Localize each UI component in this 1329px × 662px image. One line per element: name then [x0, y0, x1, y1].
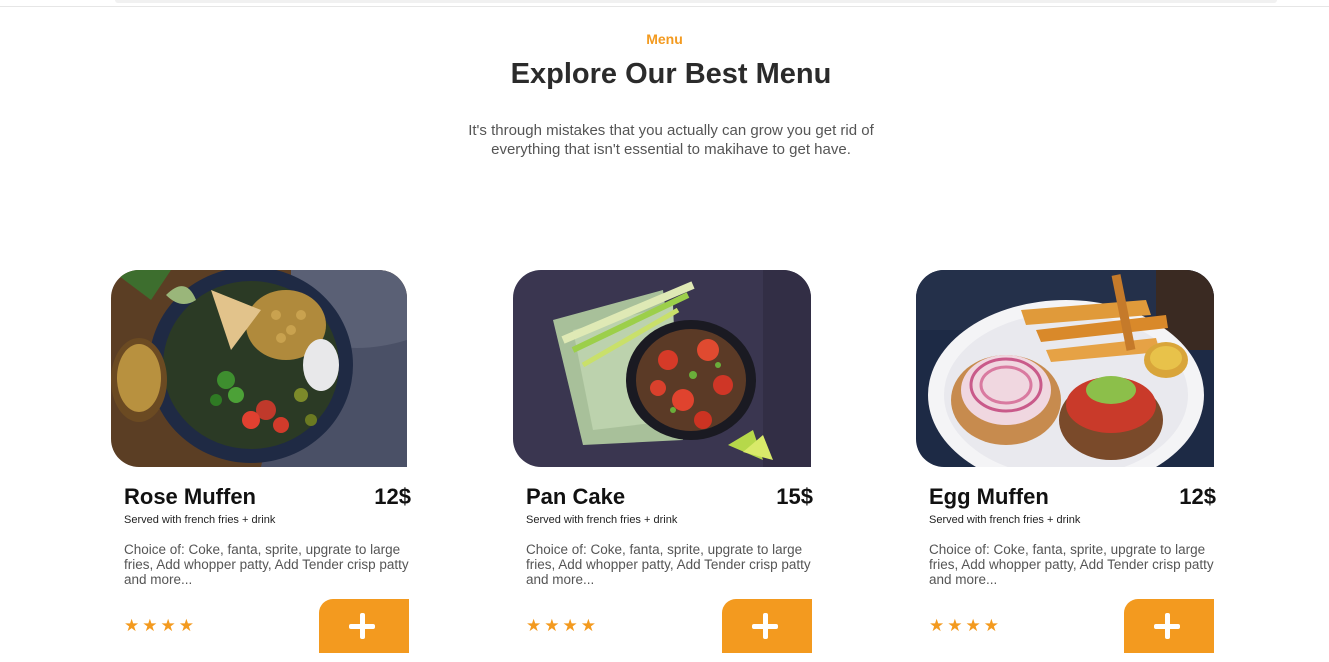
star-icon: ★: [929, 616, 945, 635]
top-nav-bar: [0, 0, 1329, 7]
card-price: 15$: [776, 484, 813, 509]
star-icon: ★: [580, 616, 596, 635]
star-icon: ★: [160, 616, 176, 635]
burger-fries-photo: [916, 270, 1214, 467]
salad-bowl-photo: [111, 270, 407, 467]
card-description: Choice of: Coke, fanta, sprite, upgrate …: [929, 542, 1214, 587]
section-title: Explore Our Best Menu: [510, 58, 832, 90]
star-icon: ★: [562, 616, 578, 635]
section-subtitle: It's through mistakes that you actually …: [468, 122, 874, 158]
star-icon: ★: [142, 616, 158, 635]
rating-stars: ★ ★ ★ ★: [124, 617, 194, 634]
menu-card-pan-cake: Pan Cake 15$ Served with french fries + …: [513, 270, 813, 662]
card-description: Choice of: Coke, fanta, sprite, upgrate …: [124, 542, 409, 587]
rating-stars: ★ ★ ★ ★: [526, 617, 596, 634]
star-icon: ★: [544, 616, 560, 635]
card-description: Choice of: Coke, fanta, sprite, upgrate …: [526, 542, 811, 587]
star-icon: ★: [124, 616, 140, 635]
section-kicker: Menu: [646, 31, 683, 47]
star-icon: ★: [526, 616, 542, 635]
tomato-salad-photo: [513, 270, 811, 467]
top-nav-shadow: [115, 0, 1277, 3]
star-icon: ★: [965, 616, 981, 635]
card-title: Rose Muffen: [124, 484, 256, 509]
add-to-cart-button[interactable]: [319, 599, 409, 653]
card-price: 12$: [374, 484, 411, 509]
menu-card-egg-muffen: Egg Muffen 12$ Served with french fries …: [916, 270, 1216, 662]
menu-card-rose-muffen: Rose Muffen 12$ Served with french fries…: [111, 270, 411, 662]
card-title: Egg Muffen: [929, 484, 1049, 509]
card-served-note: Served with french fries + drink: [526, 514, 678, 526]
add-to-cart-button[interactable]: [1124, 599, 1214, 653]
rating-stars: ★ ★ ★ ★: [929, 617, 999, 634]
star-icon: ★: [178, 616, 194, 635]
card-served-note: Served with french fries + drink: [929, 514, 1081, 526]
star-icon: ★: [983, 616, 999, 635]
card-price: 12$: [1179, 484, 1216, 509]
card-title: Pan Cake: [526, 484, 626, 509]
star-icon: ★: [947, 616, 963, 635]
add-to-cart-button[interactable]: [722, 599, 812, 653]
card-served-note: Served with french fries + drink: [124, 514, 276, 526]
